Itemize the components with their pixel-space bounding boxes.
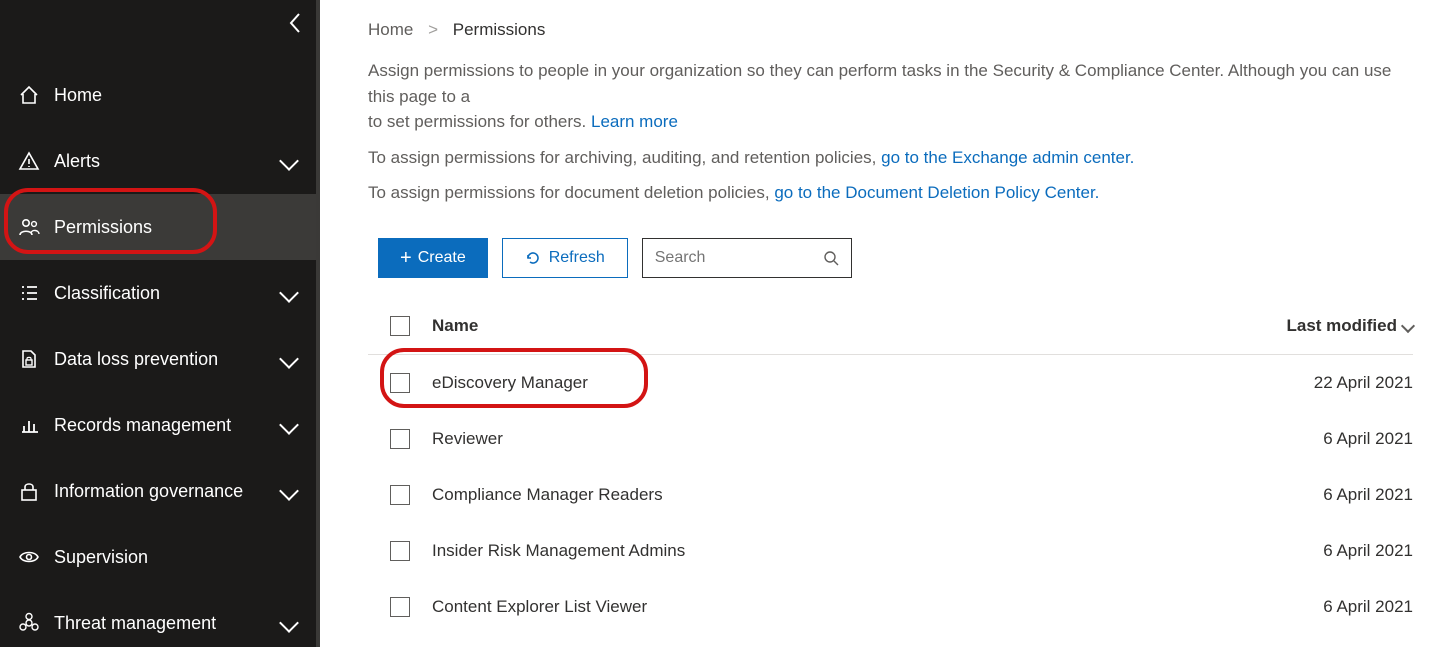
chevron-down-icon [279, 481, 299, 501]
search-icon [823, 250, 839, 266]
people-icon [18, 216, 40, 238]
nav-list: Home Alerts Permissions Classification [0, 0, 320, 647]
sidebar-item-info-gov[interactable]: Information governance [0, 458, 320, 524]
select-all-checkbox[interactable] [390, 316, 410, 336]
sidebar-item-classification[interactable]: Classification [0, 260, 320, 326]
home-icon [18, 84, 40, 106]
breadcrumb: Home > Permissions [368, 20, 1413, 40]
sidebar-item-permissions[interactable]: Permissions [0, 194, 320, 260]
chevron-down-icon [279, 415, 299, 435]
chevron-down-icon [279, 349, 299, 369]
chevron-down-icon [279, 613, 299, 633]
toolbar: +Create Refresh [378, 238, 1413, 278]
sidebar-item-records[interactable]: Records management [0, 392, 320, 458]
refresh-icon [525, 250, 541, 266]
intro-text-3: To assign permissions for document delet… [368, 180, 1413, 206]
sidebar-item-label: Information governance [54, 481, 243, 502]
alert-icon [18, 150, 40, 172]
row-checkbox[interactable] [390, 597, 410, 617]
doc-deletion-link[interactable]: go to the Document Deletion Policy Cente… [774, 183, 1099, 202]
column-name[interactable]: Name [432, 316, 1286, 336]
sidebar-item-alerts[interactable]: Alerts [0, 128, 320, 194]
sidebar-item-supervision[interactable]: Supervision [0, 524, 320, 590]
sidebar-item-home[interactable]: Home [0, 62, 320, 128]
file-lock-icon [18, 348, 40, 370]
sidebar: Home Alerts Permissions Classification [0, 0, 320, 647]
sidebar-item-label: Supervision [54, 547, 148, 568]
row-checkbox[interactable] [390, 429, 410, 449]
row-modified: 22 April 2021 [1314, 373, 1413, 393]
create-button[interactable]: +Create [378, 238, 488, 278]
chevron-down-icon [279, 283, 299, 303]
row-modified: 6 April 2021 [1323, 541, 1413, 561]
row-name: Content Explorer List Viewer [432, 597, 1323, 617]
row-checkbox[interactable] [390, 485, 410, 505]
sidebar-item-threat[interactable]: Threat management [0, 590, 320, 647]
sidebar-item-label: Threat management [54, 613, 216, 634]
lock-icon [18, 480, 40, 502]
row-name: Compliance Manager Readers [432, 485, 1323, 505]
row-checkbox[interactable] [390, 541, 410, 561]
sidebar-item-label: Classification [54, 283, 160, 304]
sidebar-item-label: Permissions [54, 217, 152, 238]
sidebar-item-label: Alerts [54, 151, 100, 172]
row-name: Reviewer [432, 429, 1323, 449]
search-input[interactable] [655, 249, 795, 267]
collapse-icon[interactable] [288, 12, 302, 34]
row-name: eDiscovery Manager [432, 373, 1314, 393]
chevron-down-icon [279, 151, 299, 171]
search-box[interactable] [642, 238, 852, 278]
table-row[interactable]: Compliance Manager Readers 6 April 2021 [368, 467, 1413, 523]
biohazard-icon [18, 612, 40, 634]
sidebar-item-label: Records management [54, 415, 231, 436]
breadcrumb-root[interactable]: Home [368, 20, 413, 39]
breadcrumb-separator: > [428, 20, 438, 39]
exchange-admin-link[interactable]: go to the Exchange admin center. [881, 148, 1134, 167]
row-modified: 6 April 2021 [1323, 429, 1413, 449]
chart-icon [18, 414, 40, 436]
intro-text-2: To assign permissions for archiving, aud… [368, 145, 1413, 171]
sidebar-item-label: Data loss prevention [54, 349, 218, 370]
learn-more-link[interactable]: Learn more [591, 112, 678, 131]
column-modified[interactable]: Last modified [1286, 316, 1413, 336]
table-header: Name Last modified [368, 306, 1413, 355]
table-row[interactable]: Content Explorer List Viewer 6 April 202… [368, 579, 1413, 635]
table-row[interactable]: eDiscovery Manager 22 April 2021 [368, 355, 1413, 411]
table-row[interactable]: Insider Risk Management Admins 6 April 2… [368, 523, 1413, 579]
row-name: Insider Risk Management Admins [432, 541, 1323, 561]
row-modified: 6 April 2021 [1323, 485, 1413, 505]
row-checkbox[interactable] [390, 373, 410, 393]
eye-icon [18, 546, 40, 568]
intro-text-1: Assign permissions to people in your org… [368, 58, 1413, 135]
breadcrumb-current: Permissions [453, 20, 546, 39]
list-icon [18, 282, 40, 304]
main-content: Home > Permissions Assign permissions to… [320, 0, 1453, 647]
table-row[interactable]: Reviewer 6 April 2021 [368, 411, 1413, 467]
chevron-down-icon [1401, 318, 1415, 332]
sidebar-item-label: Home [54, 85, 102, 106]
sidebar-item-dlp[interactable]: Data loss prevention [0, 326, 320, 392]
row-modified: 6 April 2021 [1323, 597, 1413, 617]
refresh-button[interactable]: Refresh [502, 238, 628, 278]
